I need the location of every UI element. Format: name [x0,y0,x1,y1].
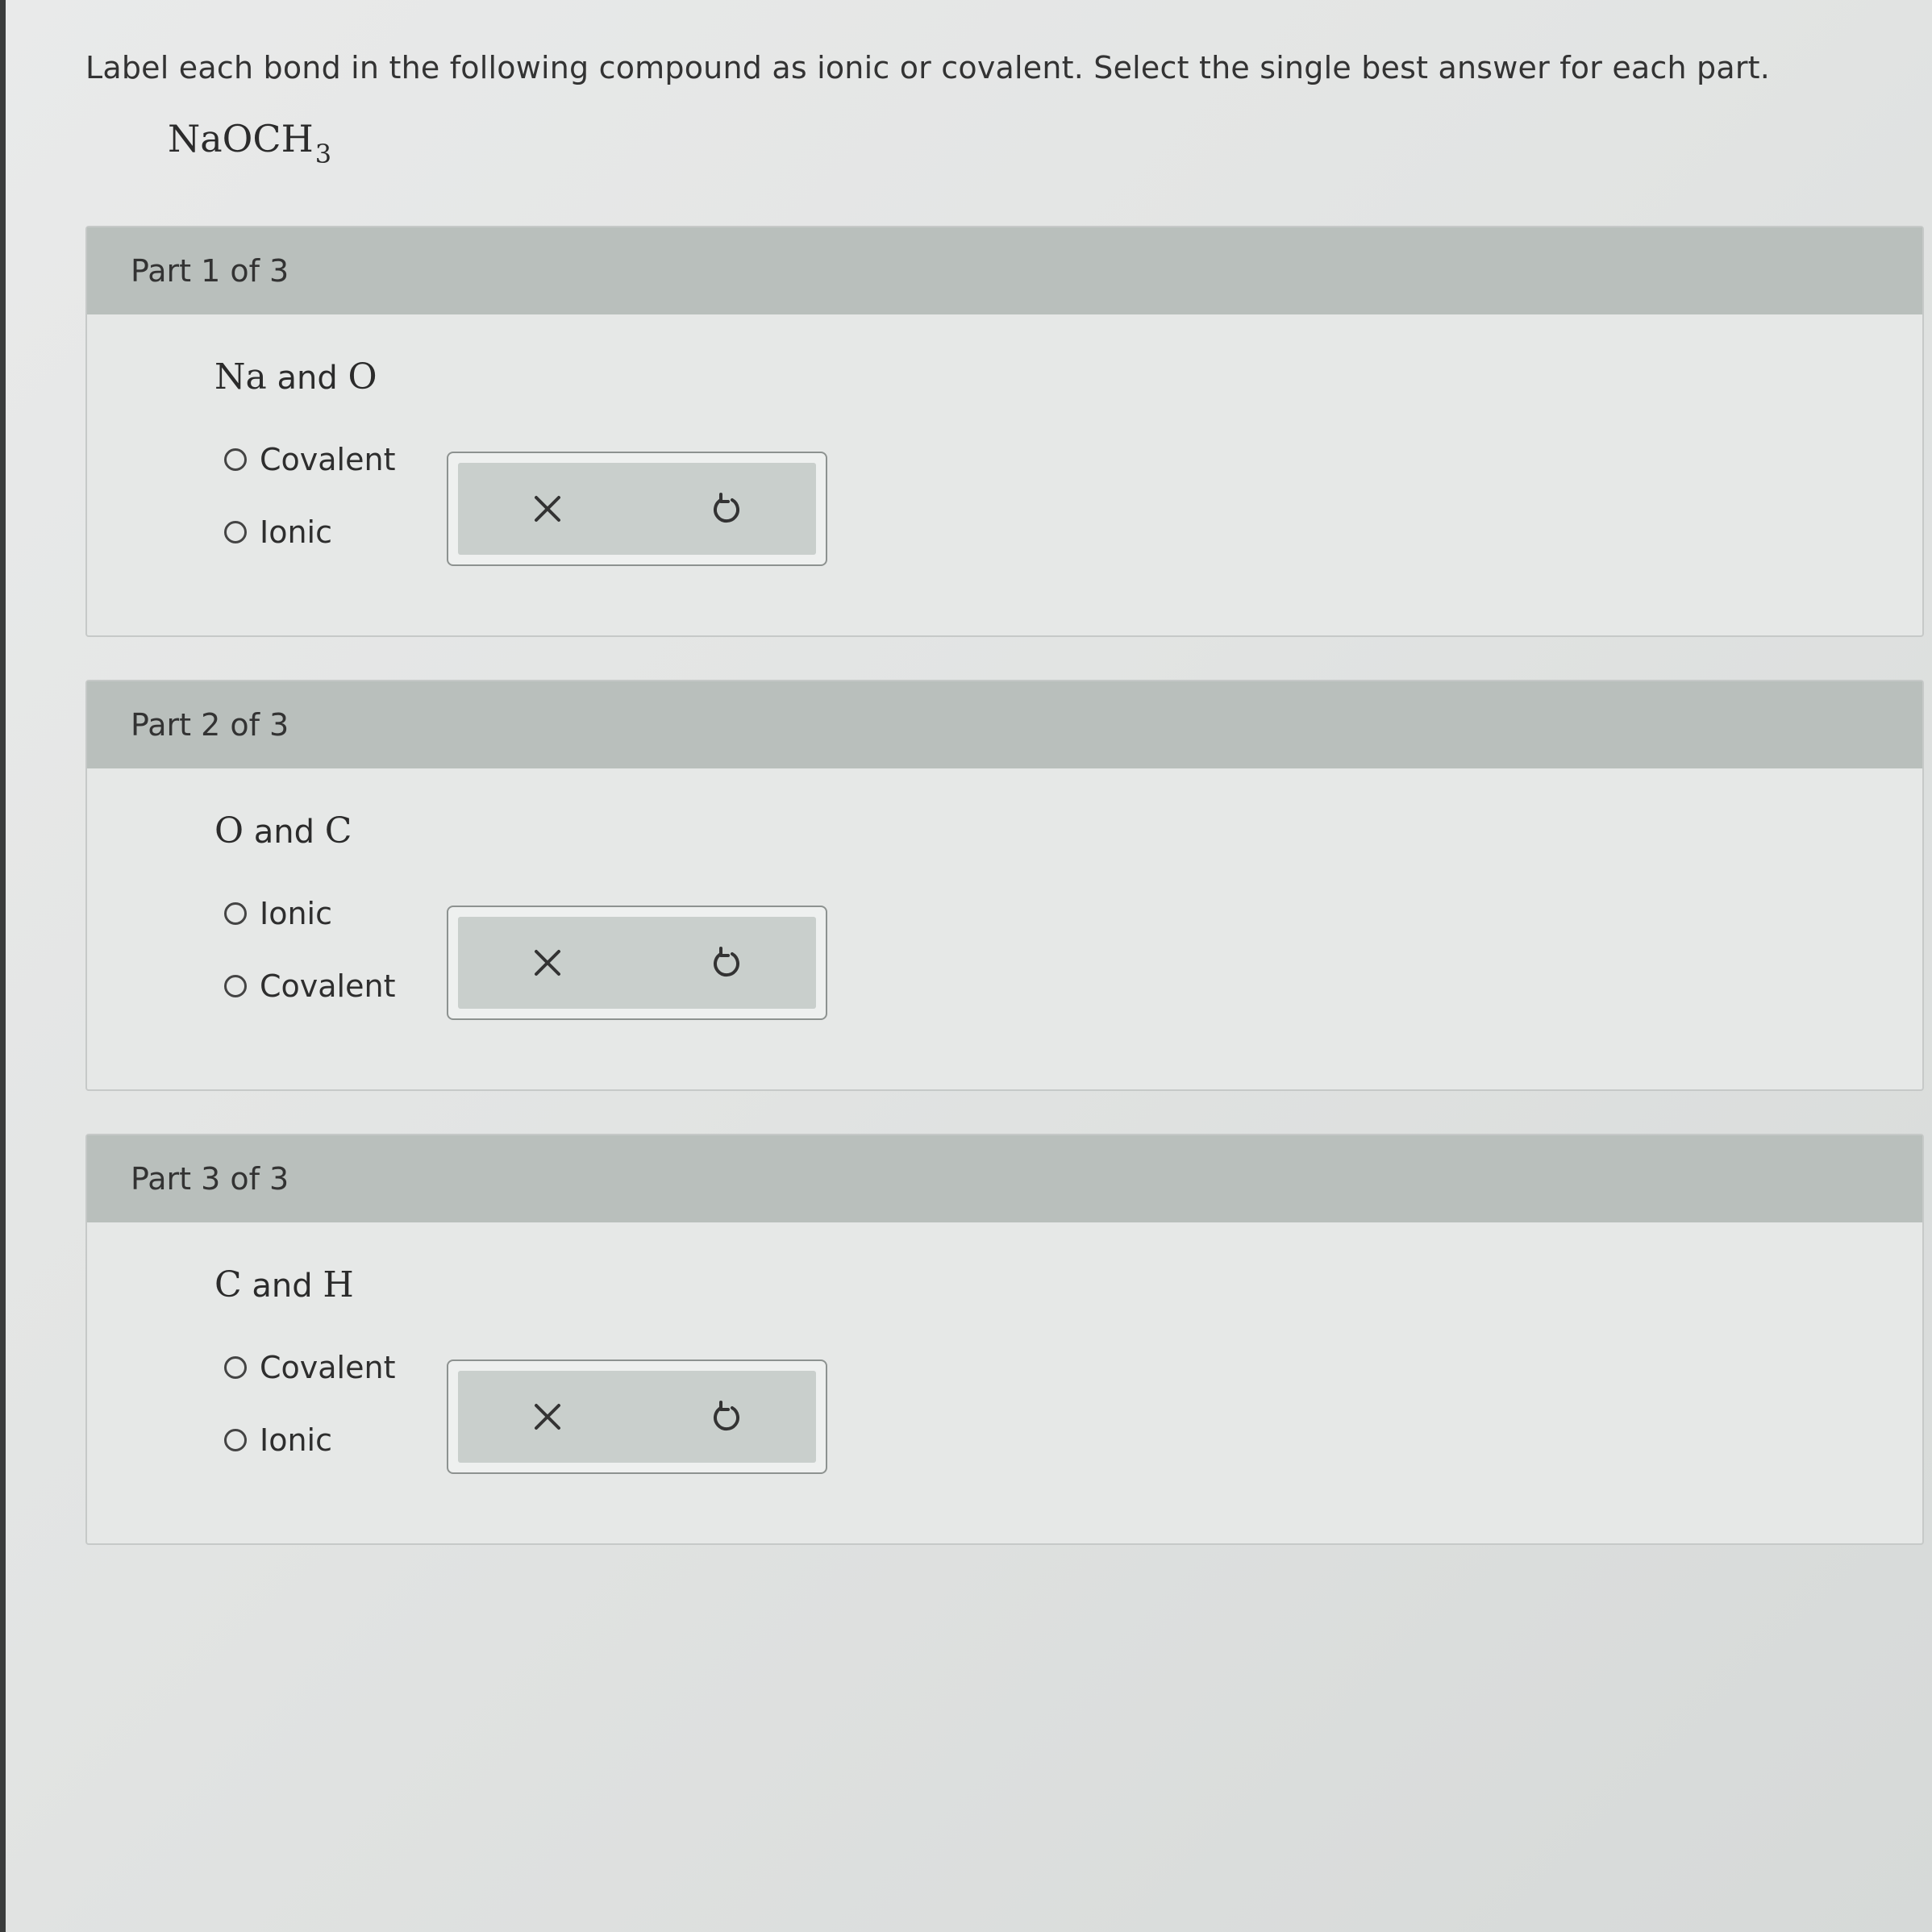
part-3-option-ionic[interactable]: Ionic [224,1422,332,1458]
part-1-bond-label: Na and O [214,356,377,398]
radio-button[interactable] [224,975,247,997]
part-2-action-box [447,906,827,1020]
part-1-action-box [447,452,827,566]
part-2-title: Part 2 of 3 [131,707,289,743]
part-3-panel: Part 3 of 3 C and H Covalent Ionic [85,1134,1924,1545]
option-label: Covalent [260,442,396,477]
radio-button[interactable] [224,448,247,471]
part-3-header: Part 3 of 3 [87,1135,1922,1222]
part-3-element-2: H [323,1264,354,1305]
close-icon[interactable] [523,1393,572,1441]
part-1-conjunction: and [277,360,338,397]
option-label: Covalent [260,968,396,1004]
part-2-bond-label: O and C [214,810,352,851]
part-1-option-covalent[interactable]: Covalent [224,442,395,477]
option-label: Ionic [260,514,332,550]
close-icon[interactable] [523,939,572,987]
radio-button[interactable] [224,1429,247,1451]
radio-button[interactable] [224,521,247,543]
radio-button[interactable] [224,1356,247,1379]
undo-icon[interactable] [702,939,751,987]
part-2-panel: Part 2 of 3 O and C Ionic Covalent [85,680,1924,1091]
part-1-header: Part 1 of 3 [87,227,1922,314]
part-2-action-bar [458,917,816,1009]
part-3-bond-label: C and H [214,1264,354,1305]
option-label: Covalent [260,1350,396,1385]
screen-edge [0,0,6,1932]
close-icon[interactable] [523,485,572,533]
part-1-title: Part 1 of 3 [131,253,289,289]
part-3-element-1: C [214,1264,242,1305]
undo-icon[interactable] [702,485,751,533]
undo-icon[interactable] [702,1393,751,1441]
part-2-element-1: O [214,810,244,851]
part-3-action-box [447,1359,827,1474]
part-2-option-ionic[interactable]: Ionic [224,896,332,931]
compound-subscript: 3 [314,139,332,169]
part-3-title: Part 3 of 3 [131,1161,289,1197]
part-1-option-ionic[interactable]: Ionic [224,514,332,550]
compound-main: NaOCH [168,117,314,160]
part-2-conjunction: and [253,814,315,851]
option-label: Ionic [260,1422,332,1458]
radio-button[interactable] [224,902,247,925]
part-2-option-covalent[interactable]: Covalent [224,968,395,1004]
part-1-panel: Part 1 of 3 Na and O Covalent Ionic [85,226,1924,637]
part-3-action-bar [458,1371,816,1463]
compound-formula: NaOCH3 [168,117,331,169]
part-1-action-bar [458,463,816,555]
part-3-conjunction: and [252,1268,313,1305]
part-1-element-1: Na [214,356,267,398]
part-3-option-covalent[interactable]: Covalent [224,1350,395,1385]
part-1-element-2: O [348,356,377,398]
option-label: Ionic [260,896,332,931]
part-2-element-2: C [324,810,352,851]
part-2-header: Part 2 of 3 [87,681,1922,768]
question-prompt: Label each bond in the following compoun… [85,50,1771,85]
